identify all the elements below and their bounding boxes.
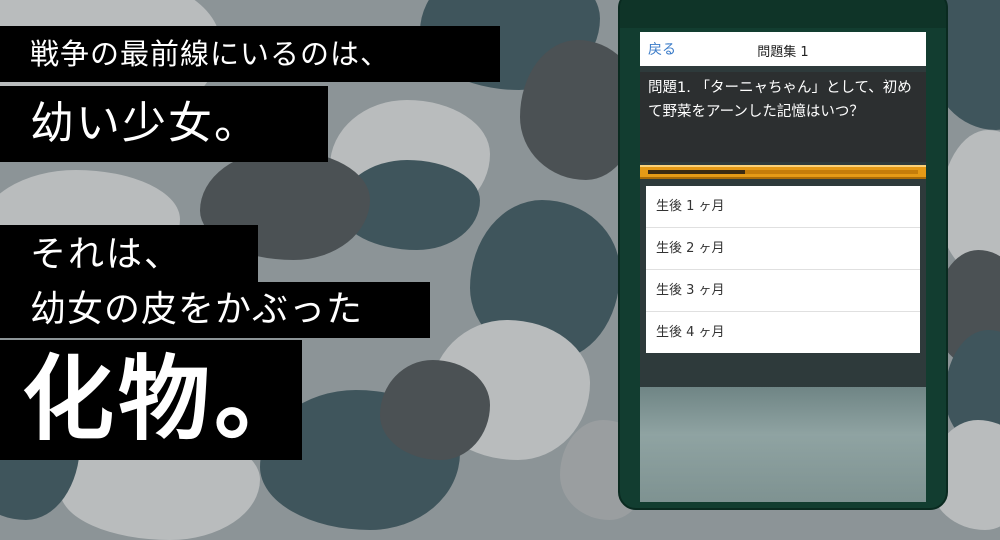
phone-frame: 戻る 問題集 1 問題1. 「ターニャちゃん」として、初めて野菜をアーンした記憶… [618, 0, 948, 510]
page-title: 問題集 1 [757, 45, 809, 60]
headline-line-5: 化物。 [0, 340, 306, 460]
phone-top-bezel [620, 0, 946, 28]
answer-option-3[interactable]: 生後 3 ヶ月 [646, 270, 920, 312]
screen-background-texture [640, 387, 926, 502]
app-screen: 戻る 問題集 1 問題1. 「ターニャちゃん」として、初めて野菜をアーンした記憶… [640, 32, 926, 502]
headline-line-2: 幼い少女。 [0, 86, 328, 162]
answer-option-2[interactable]: 生後 2 ヶ月 [646, 228, 920, 270]
question-text: 問題1. 「ターニャちゃん」として、初めて野菜をアーンした記憶はいつ？ [640, 72, 926, 162]
headline-line-1: 戦争の最前線にいるのは、 [0, 26, 500, 82]
headline-line-3: それは、 [0, 225, 258, 285]
progress-bar [640, 165, 926, 179]
answer-option-1[interactable]: 生後 1 ヶ月 [646, 186, 920, 228]
answer-option-4[interactable]: 生後 4 ヶ月 [646, 312, 920, 353]
progress-fill [648, 170, 745, 174]
answer-list: 生後 1 ヶ月 生後 2 ヶ月 生後 3 ヶ月 生後 4 ヶ月 [646, 186, 920, 353]
headline-line-4: 幼女の皮をかぶった [0, 282, 430, 338]
nav-bar: 戻る 問題集 1 [640, 32, 926, 66]
